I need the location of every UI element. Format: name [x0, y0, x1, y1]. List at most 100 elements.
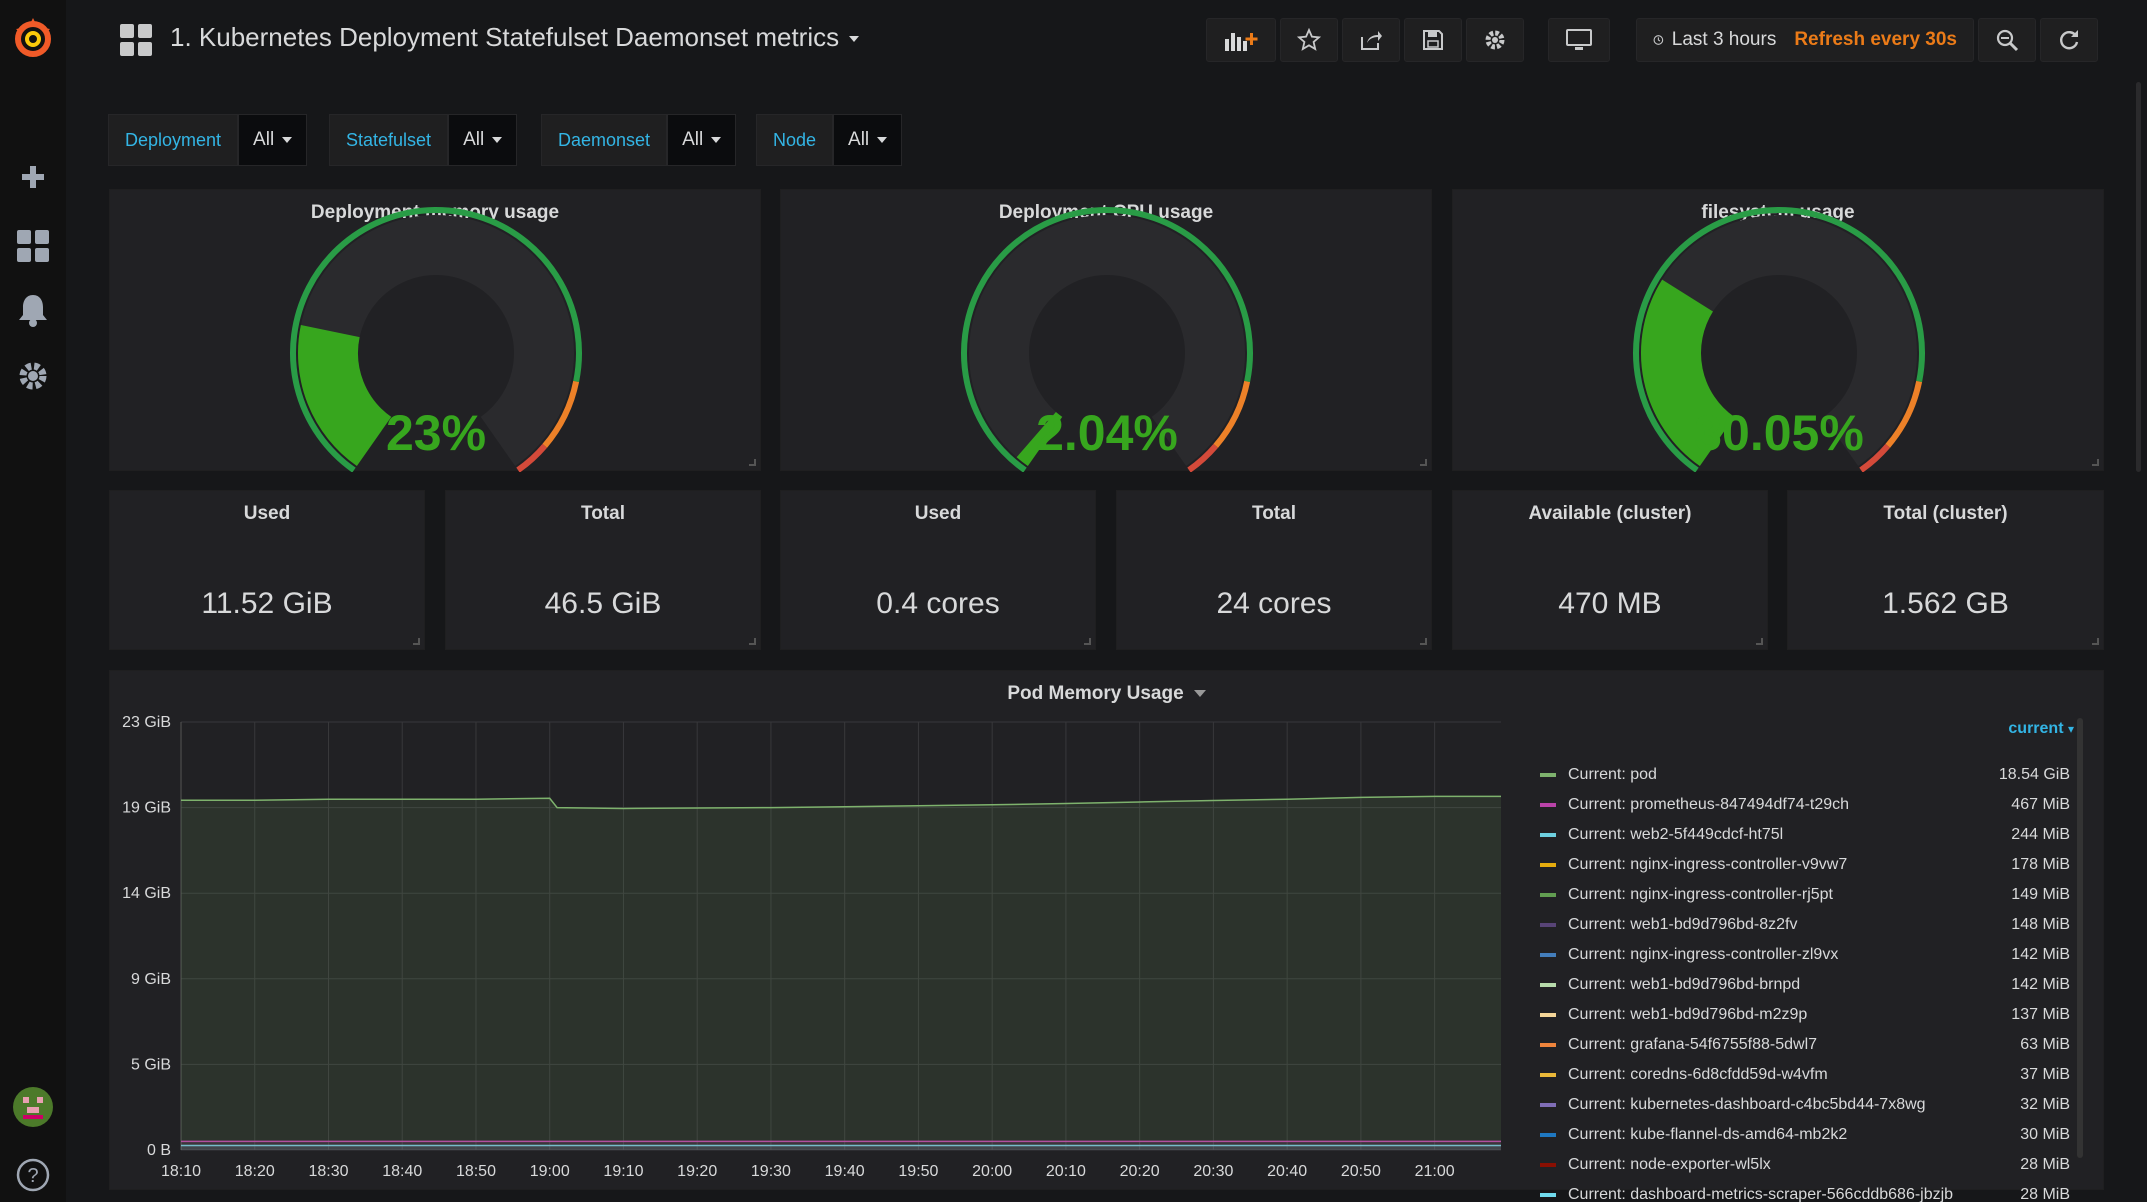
legend-color-swatch[interactable]: [1540, 1193, 1556, 1197]
resize-handle-icon[interactable]: [1756, 638, 1763, 645]
legend-color-swatch[interactable]: [1540, 833, 1556, 837]
user-avatar[interactable]: [0, 1086, 66, 1128]
gauge-value-text: 23%: [386, 405, 486, 461]
x-tick-label: 19:30: [751, 1163, 791, 1180]
gauge-panel-cpu[interactable]: Deployment CPU usage 2.04%: [780, 189, 1432, 472]
variable-select-node[interactable]: All: [833, 114, 903, 166]
legend-color-swatch[interactable]: [1540, 1133, 1556, 1137]
legend-series-name: Current: web1-bd9d796bd-m2z9p: [1568, 1006, 1808, 1023]
legend-current-value: 37 MiB: [2020, 1066, 2070, 1083]
legend-color-swatch[interactable]: [1540, 863, 1556, 867]
legend-color-swatch[interactable]: [1540, 1163, 1556, 1167]
legend-current-value: 30 MiB: [2020, 1126, 2070, 1143]
legend-current-value: 467 MiB: [2011, 796, 2070, 813]
grafana-logo-icon[interactable]: [0, 12, 66, 64]
legend-item[interactable]: Current: nginx-ingress-controller-v9vw7 1…: [1540, 850, 2070, 880]
dashboard-grid-icon[interactable]: [120, 24, 152, 61]
resize-handle-icon[interactable]: [1420, 638, 1427, 645]
legend-item[interactable]: Current: web1-bd9d796bd-m2z9p 137 MiB: [1540, 1000, 2070, 1030]
alerting-bell-icon[interactable]: [0, 292, 66, 328]
legend-color-swatch[interactable]: [1540, 803, 1556, 807]
legend-color-swatch[interactable]: [1540, 773, 1556, 777]
gauge-panel-filesystem[interactable]: filesystem usage 30.05%: [1452, 189, 2104, 472]
zoom-out-button[interactable]: [1978, 18, 2036, 62]
legend-sort-current[interactable]: current ▾: [2008, 720, 2074, 738]
legend-color-swatch[interactable]: [1540, 923, 1556, 927]
variable-select-deployment[interactable]: All: [238, 114, 308, 166]
dashboard-title[interactable]: 1. Kubernetes Deployment Statefulset Dae…: [170, 22, 860, 53]
stat-panel-fs-available[interactable]: Available (cluster) 470 MB: [1452, 490, 1768, 650]
panel-title: Used: [914, 503, 962, 524]
legend-item[interactable]: Current: grafana-54f6755f88-5dwl7 63 MiB: [1540, 1030, 2070, 1060]
legend-item[interactable]: Current: dashboard-metrics-scraper-566cd…: [1540, 1180, 2070, 1202]
legend-item[interactable]: Current: coredns-6d8cfdd59d-w4vfm 37 MiB: [1540, 1060, 2070, 1090]
stat-panel-memory-used[interactable]: Used 11.52 GiB: [109, 490, 425, 650]
dashboard-settings-button[interactable]: [1466, 18, 1524, 62]
legend-color-swatch[interactable]: [1540, 1043, 1556, 1047]
legend-color-swatch[interactable]: [1540, 953, 1556, 957]
stat-panel-fs-total[interactable]: Total (cluster) 1.562 GB: [1787, 490, 2104, 650]
stat-panel-cpu-used[interactable]: Used 0.4 cores: [780, 490, 1096, 650]
gear-icon: [1485, 30, 1505, 50]
legend-item[interactable]: Current: prometheus-847494df74-t29ch 467 …: [1540, 790, 2070, 820]
view-mode-button[interactable]: [1548, 18, 1610, 62]
legend-scrollbar[interactable]: [2077, 718, 2083, 1158]
legend-color-swatch[interactable]: [1540, 1073, 1556, 1077]
resize-handle-icon[interactable]: [749, 459, 756, 466]
gauge-filesystem: 30.05%: [1633, 207, 1925, 472]
legend-color-swatch[interactable]: [1540, 983, 1556, 987]
legend-color-swatch[interactable]: [1540, 1103, 1556, 1107]
resize-handle-icon[interactable]: [749, 638, 756, 645]
stat-panel-memory-total[interactable]: Total 46.5 GiB: [445, 490, 761, 650]
gauge-panel-memory[interactable]: Deployment memory usage 23%: [109, 189, 761, 472]
resize-handle-icon[interactable]: [2092, 638, 2099, 645]
create-plus-icon[interactable]: [0, 160, 66, 194]
y-tick-label: 9 GiB: [131, 971, 171, 988]
share-icon: [1361, 31, 1382, 50]
stat-value: 11.52 GiB: [201, 587, 333, 620]
gauge-value-text: 2.04%: [1036, 405, 1178, 461]
stat-panel-cpu-total[interactable]: Total 24 cores: [1116, 490, 1432, 650]
resize-handle-icon[interactable]: [1084, 638, 1091, 645]
x-tick-label: 18:40: [382, 1163, 422, 1180]
legend-item[interactable]: Current: kube-flannel-ds-amd64-mb2k2 30 M…: [1540, 1120, 2070, 1150]
legend-series-name: Current: web1-bd9d796bd-brnpd: [1568, 976, 1801, 993]
legend-item[interactable]: Current: web1-bd9d796bd-brnpd 142 MiB: [1540, 970, 2070, 1000]
legend-current-value: 148 MiB: [2011, 916, 2070, 933]
legend-color-swatch[interactable]: [1540, 1013, 1556, 1017]
legend-current-value: 142 MiB: [2011, 976, 2070, 993]
stat-value: 0.4 cores: [876, 587, 1000, 620]
variable-select-statefulset[interactable]: All: [448, 114, 518, 166]
variable-label: Statefulset: [329, 114, 449, 166]
resize-handle-icon[interactable]: [413, 638, 420, 645]
legend-color-swatch[interactable]: [1540, 893, 1556, 897]
variable-select-daemonset[interactable]: All: [667, 114, 737, 166]
help-icon[interactable]: ?: [0, 1156, 66, 1194]
share-button[interactable]: [1342, 18, 1400, 62]
dashboards-icon[interactable]: [0, 228, 66, 264]
x-tick-label: 20:10: [1046, 1163, 1086, 1180]
legend-item[interactable]: Current: nginx-ingress-controller-zl9vx 1…: [1540, 940, 2070, 970]
refresh-button[interactable]: [2040, 18, 2098, 62]
chevron-down-icon: [849, 36, 860, 43]
time-picker-button[interactable]: Last 3 hours Refresh every 30s: [1636, 18, 1974, 62]
legend-current-value: 28 MiB: [2020, 1186, 2070, 1202]
legend-item[interactable]: Current: web1-bd9d796bd-8z2fv 148 MiB: [1540, 910, 2070, 940]
resize-handle-icon[interactable]: [1420, 459, 1427, 466]
legend-item[interactable]: Current: pod 18.54 GiB: [1540, 760, 2070, 790]
y-tick-label: 0 B: [147, 1142, 171, 1159]
gauge-cpu: 2.04%: [961, 207, 1253, 472]
stat-value: 470 MB: [1558, 587, 1662, 620]
configuration-gear-icon[interactable]: [0, 358, 66, 394]
star-button[interactable]: [1280, 18, 1338, 62]
resize-handle-icon[interactable]: [2092, 459, 2099, 466]
x-tick-label: 20:00: [972, 1163, 1012, 1180]
add-panel-button[interactable]: [1206, 18, 1276, 62]
page-scrollbar[interactable]: [2136, 82, 2141, 472]
legend-item[interactable]: Current: kubernetes-dashboard-c4bc5bd44-…: [1540, 1090, 2070, 1120]
legend-item[interactable]: Current: web2-5f449cdcf-ht75l 244 MiB: [1540, 820, 2070, 850]
legend-item[interactable]: Current: nginx-ingress-controller-rj5pt 1…: [1540, 880, 2070, 910]
save-dashboard-button[interactable]: [1404, 18, 1462, 62]
panel-title: Total (cluster): [1883, 503, 2008, 524]
legend-item[interactable]: Current: node-exporter-wl5lx 28 MiB: [1540, 1150, 2070, 1180]
